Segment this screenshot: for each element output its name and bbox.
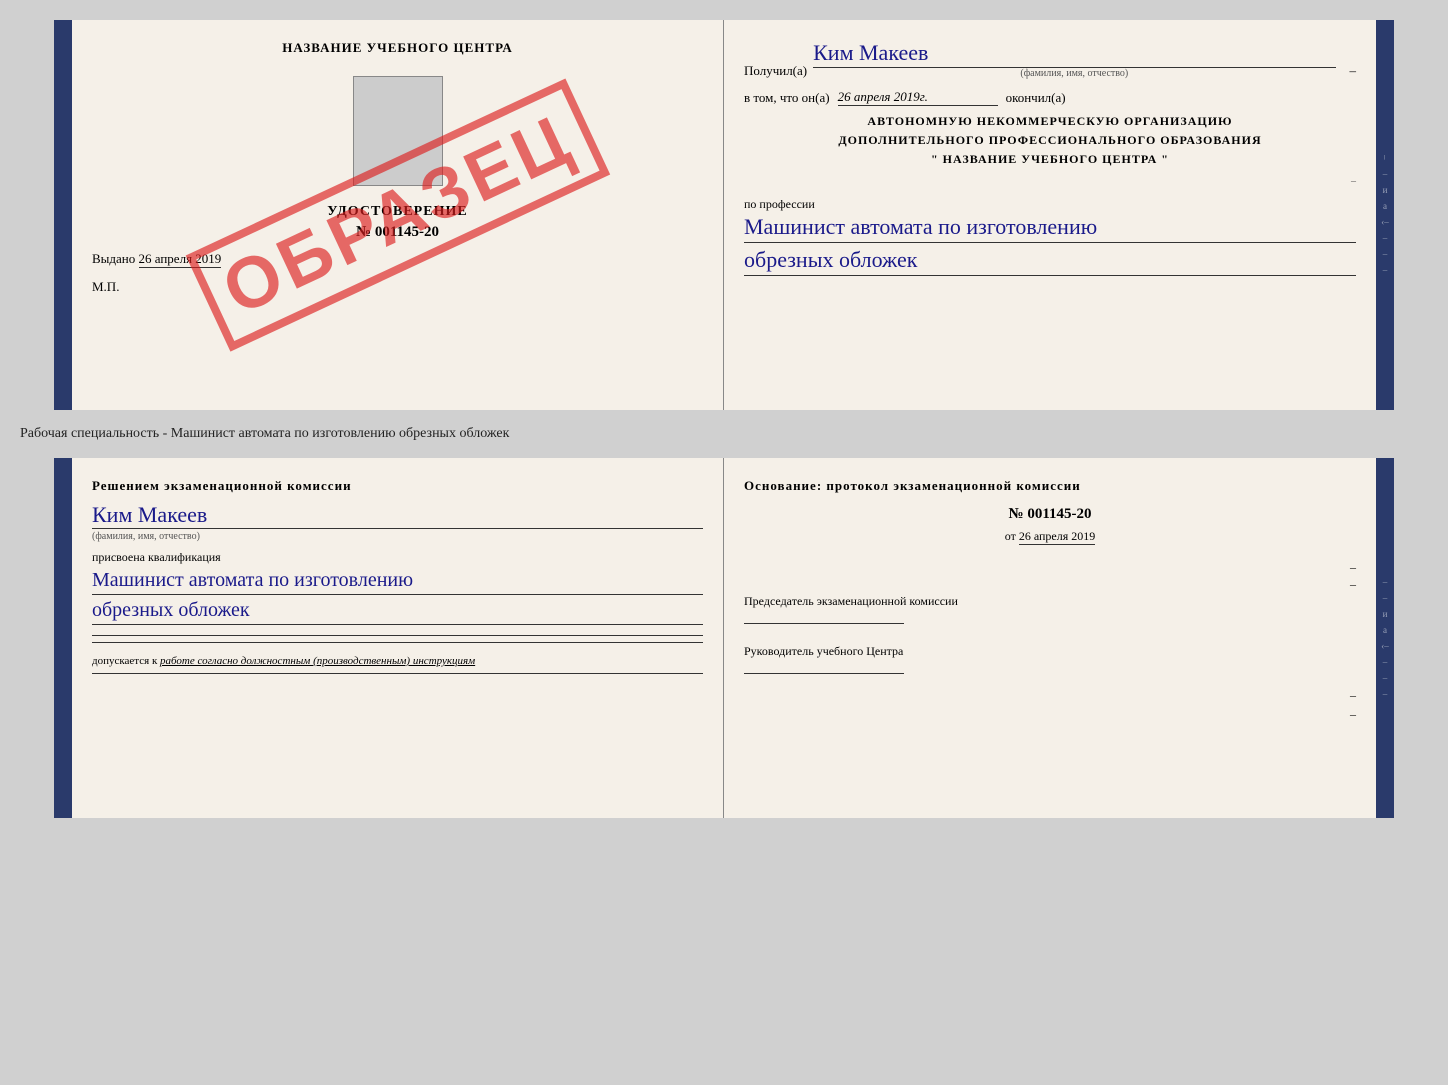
cert-title: УДОСТОВЕРЕНИЕ — [92, 204, 703, 220]
edge-text-5: ‹– — [1381, 217, 1389, 227]
dopuskaetsya-label: допускается к — [92, 655, 157, 667]
edge-text-4: а — [1383, 201, 1387, 211]
mp-label: М.П. — [92, 279, 703, 295]
dopuskaetsya-value: работе согласно должностным (производств… — [160, 655, 475, 667]
date-value: 26 апреля 2019г. — [838, 89, 998, 106]
profession-line1: Машинист автомата по изготовлению — [744, 214, 1356, 243]
top-document: – – и а ‹– – – – НАЗВАНИЕ УЧЕБНОГО ЦЕНТР… — [54, 20, 1394, 410]
edge-text-7: – — [1383, 249, 1388, 259]
b-edge-3: и — [1383, 609, 1388, 619]
edge-text-2: – — [1383, 169, 1388, 179]
edge-text-6: – — [1383, 233, 1388, 243]
edge-text-3: и — [1383, 185, 1388, 195]
dopuskaetsya-block: допускается к работе согласно должностны… — [92, 655, 703, 667]
qual-line1: Машинист автомата по изготовлению — [92, 569, 703, 595]
middle-label: Рабочая специальность - Машинист автомат… — [20, 426, 509, 442]
vtom-row: в том, что он(а) 26 апреля 2019г. окончи… — [744, 89, 1356, 106]
ot-date: 26 апреля 2019 — [1019, 529, 1095, 545]
fio-sublabel-top: (фамилия, имя, отчество) — [813, 68, 1335, 79]
bottom-fio-sublabel: (фамилия, имя, отчество) — [92, 531, 703, 542]
qual-line2: обрезных обложек — [92, 599, 703, 625]
left-border — [54, 20, 72, 410]
bottom-document: – – и а ‹– – – – Решением экзаменационно… — [54, 458, 1394, 818]
r-dash-1: – — [1350, 560, 1356, 575]
ot-line: от 26 апреля 2019 — [744, 529, 1356, 544]
r-dash-3: – — [1350, 688, 1356, 703]
ot-label: от — [1005, 529, 1016, 543]
b-edge-4: а — [1383, 625, 1387, 635]
bottom-name: Ким Макеев — [92, 502, 703, 529]
b-edge-5: ‹– — [1381, 641, 1389, 651]
osnovanie-title: Основание: протокол экзаменационной коми… — [744, 478, 1356, 494]
resheniem-title: Решением экзаменационной комиссии — [92, 478, 703, 494]
blank-line-3 — [92, 673, 703, 674]
edge-text-1: – — [1380, 155, 1390, 163]
r-dash-4: – — [1350, 707, 1356, 722]
bottom-doc-left: Решением экзаменационной комиссии Ким Ма… — [72, 458, 724, 818]
qualification-block: Машинист автомата по изготовлению обрезн… — [92, 569, 703, 625]
right-border: – – и а ‹– – – – — [1376, 20, 1394, 410]
blank-line-1 — [92, 635, 703, 636]
poluchil-row: Получил(a) Ким Макеев (фамилия, имя, отч… — [744, 40, 1356, 79]
vtom-label: в том, что он(а) — [744, 90, 830, 106]
profession-line2: обрезных обложек — [744, 247, 1356, 276]
org-sublabel: – — [744, 176, 1356, 187]
rukovoditel-title: Руководитель учебного Центра — [744, 644, 1356, 659]
vydano-label: Выдано — [92, 251, 135, 266]
b-edge-2: – — [1383, 593, 1388, 603]
top-doc-right: Получил(a) Ким Макеев (фамилия, имя, отч… — [724, 20, 1376, 410]
okonchil-label: окончил(а) — [1006, 90, 1066, 106]
rukovoditel-sig-line — [744, 673, 904, 674]
poluchil-label: Получил(a) — [744, 63, 807, 79]
r-dash-2: – — [1350, 577, 1356, 592]
rukovoditel-block: Руководитель учебного Центра — [744, 644, 1356, 674]
org-line1: АВТОНОМНУЮ НЕКОММЕРЧЕСКУЮ ОРГАНИЗАЦИЮ — [744, 112, 1356, 131]
vydano-date: 26 апреля 2019 — [139, 251, 222, 268]
photo-placeholder — [353, 76, 443, 186]
b-edge-1: – — [1383, 577, 1388, 587]
prisvoena-label: присвоена квалификация — [92, 550, 703, 565]
dash-right: – — [1342, 63, 1357, 79]
b-edge-6: – — [1383, 657, 1388, 667]
bottom-right-border: – – и а ‹– – – – — [1376, 458, 1394, 818]
edge-text-8: – — [1383, 265, 1388, 275]
top-doc-left: НАЗВАНИЕ УЧЕБНОГО ЦЕНТРА УДОСТОВЕРЕНИЕ №… — [72, 20, 724, 410]
b-edge-8: – — [1383, 689, 1388, 699]
school-name-left: НАЗВАНИЕ УЧЕБНОГО ЦЕНТРА — [92, 40, 703, 56]
recipient-name: Ким Макеев — [813, 40, 1335, 68]
org-quote: " НАЗВАНИЕ УЧЕБНОГО ЦЕНТРА " — [744, 150, 1356, 169]
bottom-left-border — [54, 458, 72, 818]
bottom-doc-right: Основание: протокол экзаменационной коми… — [724, 458, 1376, 818]
protocol-number: № 001145-20 — [744, 506, 1356, 523]
po-professii-label: по профессии — [744, 197, 1356, 212]
blank-line-2 — [92, 642, 703, 643]
predsedatel-title: Председатель экзаменационной комиссии — [744, 594, 1356, 609]
bottom-name-block: Ким Макеев (фамилия, имя, отчество) — [92, 502, 703, 542]
predsedatel-block: Председатель экзаменационной комиссии — [744, 594, 1356, 624]
org-line2: ДОПОЛНИТЕЛЬНОГО ПРОФЕССИОНАЛЬНОГО ОБРАЗО… — [744, 131, 1356, 150]
b-edge-7: – — [1383, 673, 1388, 683]
cert-number: № 001145-20 — [92, 224, 703, 241]
org-block: АВТОНОМНУЮ НЕКОММЕРЧЕСКУЮ ОРГАНИЗАЦИЮ ДО… — [744, 112, 1356, 170]
vydano-line: Выдано 26 апреля 2019 — [92, 251, 703, 267]
profession-block: Машинист автомата по изготовлению обрезн… — [744, 214, 1356, 276]
predsedatel-sig-line — [744, 623, 904, 624]
